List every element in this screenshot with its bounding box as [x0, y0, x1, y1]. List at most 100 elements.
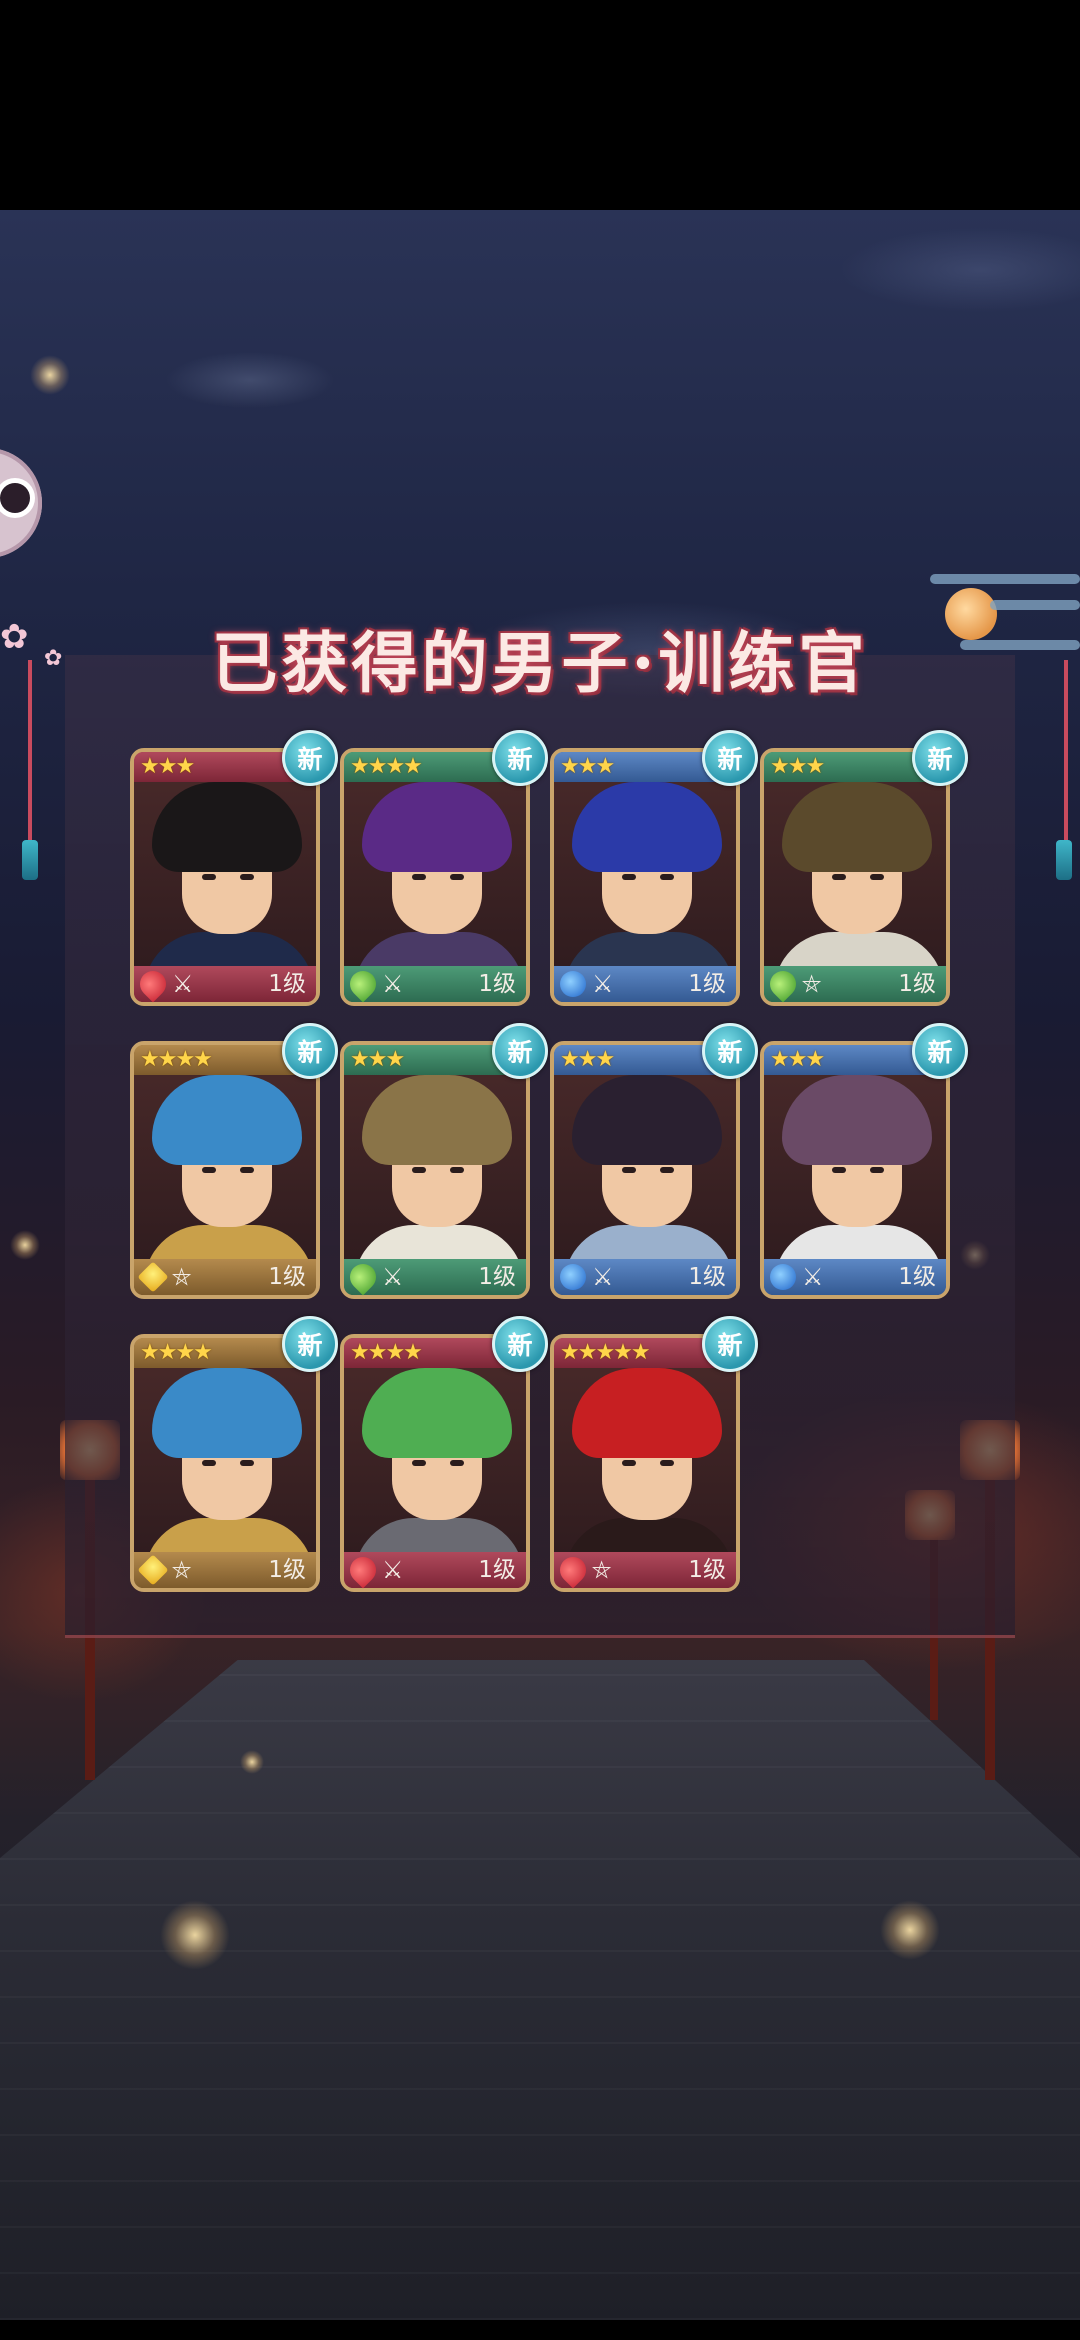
eye [660, 874, 674, 880]
star-rating: ★★★★ [140, 1047, 213, 1072]
level-label: 1级 [478, 1264, 516, 1290]
eye [622, 1167, 636, 1173]
eye [202, 874, 216, 880]
level-label: 1级 [688, 971, 726, 997]
character-card[interactable]: ★★★ ⚔ 1级 新 [130, 730, 338, 1006]
character-card[interactable]: ★★★ ⚔ 1级 新 [550, 1023, 758, 1299]
character-card[interactable]: ★★★ ⚔ 1级 新 [760, 1023, 968, 1299]
level-label: 1级 [268, 971, 306, 997]
character-card[interactable]: ★★★★ ⚔ 1级 新 [340, 1316, 548, 1592]
star-rating: ★★★★★ [560, 1340, 651, 1365]
eye [450, 874, 464, 880]
crossed-swords-icon: ⚔ [382, 970, 404, 998]
pentagram-icon: ⛤ [802, 970, 822, 998]
outfit [354, 932, 524, 966]
star-rating: ★★★ [770, 754, 825, 779]
character-portrait [134, 1368, 316, 1552]
character-card[interactable]: ★★★★ ⛤ 1级 新 [130, 1316, 338, 1592]
eye-icon [0, 483, 30, 513]
eye [622, 874, 636, 880]
cloud-decoration [990, 600, 1080, 610]
character-card[interactable]: ★★★ ⚔ 1级 新 [340, 1023, 548, 1299]
eye [660, 1460, 674, 1466]
hair [362, 1075, 512, 1165]
charm-tassel [1056, 840, 1072, 880]
hair [152, 1075, 302, 1165]
star-rating: ★★★ [770, 1047, 825, 1072]
character-card[interactable]: ★★★ ⚔ 1级 新 [550, 730, 758, 1006]
outfit [354, 1518, 524, 1552]
eye [240, 874, 254, 880]
eye [870, 874, 884, 880]
star-rating: ★★★ [350, 1047, 405, 1072]
stone-path [0, 1660, 1080, 2320]
new-badge: 新 [912, 1023, 968, 1079]
outfit [144, 1518, 314, 1552]
outfit [354, 1225, 524, 1259]
hair [782, 1075, 932, 1165]
eye [412, 1460, 426, 1466]
sparkle [160, 1900, 230, 1970]
page-title: 已获得的男子·训练官 [211, 624, 869, 702]
character-portrait [134, 1075, 316, 1259]
character-portrait [344, 1368, 526, 1552]
water-element-icon [560, 971, 586, 997]
star-rating: ★★★ [560, 754, 615, 779]
charm-tassel [22, 840, 38, 880]
sparkle [240, 1750, 264, 1774]
character-card[interactable]: ★★★★ ⛤ 1级 新 [130, 1023, 338, 1299]
eye [202, 1460, 216, 1466]
eye [202, 1167, 216, 1173]
pentagram-icon: ⛤ [172, 1556, 192, 1584]
hair [362, 782, 512, 872]
hair [572, 1368, 722, 1458]
level-label: 1级 [898, 1264, 936, 1290]
eye [832, 874, 846, 880]
star-rating: ★★★ [560, 1047, 615, 1072]
new-badge: 新 [702, 730, 758, 786]
crossed-swords-icon: ⚔ [382, 1263, 404, 1291]
outfit [774, 932, 944, 966]
character-portrait [554, 782, 736, 966]
character-portrait [344, 1075, 526, 1259]
eye [832, 1167, 846, 1173]
eye [240, 1460, 254, 1466]
character-portrait [554, 1075, 736, 1259]
eye [450, 1167, 464, 1173]
character-card[interactable]: ★★★ ⛤ 1级 新 [760, 730, 968, 1006]
character-portrait [134, 782, 316, 966]
crossed-swords-icon: ⚔ [382, 1556, 404, 1584]
level-label: 1级 [478, 971, 516, 997]
crossed-swords-icon: ⚔ [592, 970, 614, 998]
eye [240, 1167, 254, 1173]
pentagram-icon: ⛤ [592, 1556, 612, 1584]
eye [412, 1167, 426, 1173]
character-portrait [764, 782, 946, 966]
sparkle [30, 355, 70, 395]
new-badge: 新 [492, 1023, 548, 1079]
level-label: 1级 [688, 1557, 726, 1583]
hair [572, 1075, 722, 1165]
sparkle [10, 1230, 40, 1260]
crossed-swords-icon: ⚔ [802, 1263, 824, 1291]
character-card[interactable]: ★★★★ ⚔ 1级 新 [340, 730, 548, 1006]
new-badge: 新 [282, 1316, 338, 1372]
eye [870, 1167, 884, 1173]
new-badge: 新 [702, 1023, 758, 1079]
level-label: 1级 [478, 1557, 516, 1583]
crossed-swords-icon: ⚔ [172, 970, 194, 998]
character-card[interactable]: ★★★★★ ⛤ 1级 新 [550, 1316, 758, 1592]
hair [572, 782, 722, 872]
outfit [144, 932, 314, 966]
hair [152, 1368, 302, 1458]
outfit [564, 1225, 734, 1259]
crossed-swords-icon: ⚔ [592, 1263, 614, 1291]
hair [152, 782, 302, 872]
eye [450, 1460, 464, 1466]
hair [362, 1368, 512, 1458]
eye [622, 1460, 636, 1466]
sparkle [880, 1900, 940, 1960]
hair [782, 782, 932, 872]
character-portrait [344, 782, 526, 966]
water-element-icon [770, 1264, 796, 1290]
